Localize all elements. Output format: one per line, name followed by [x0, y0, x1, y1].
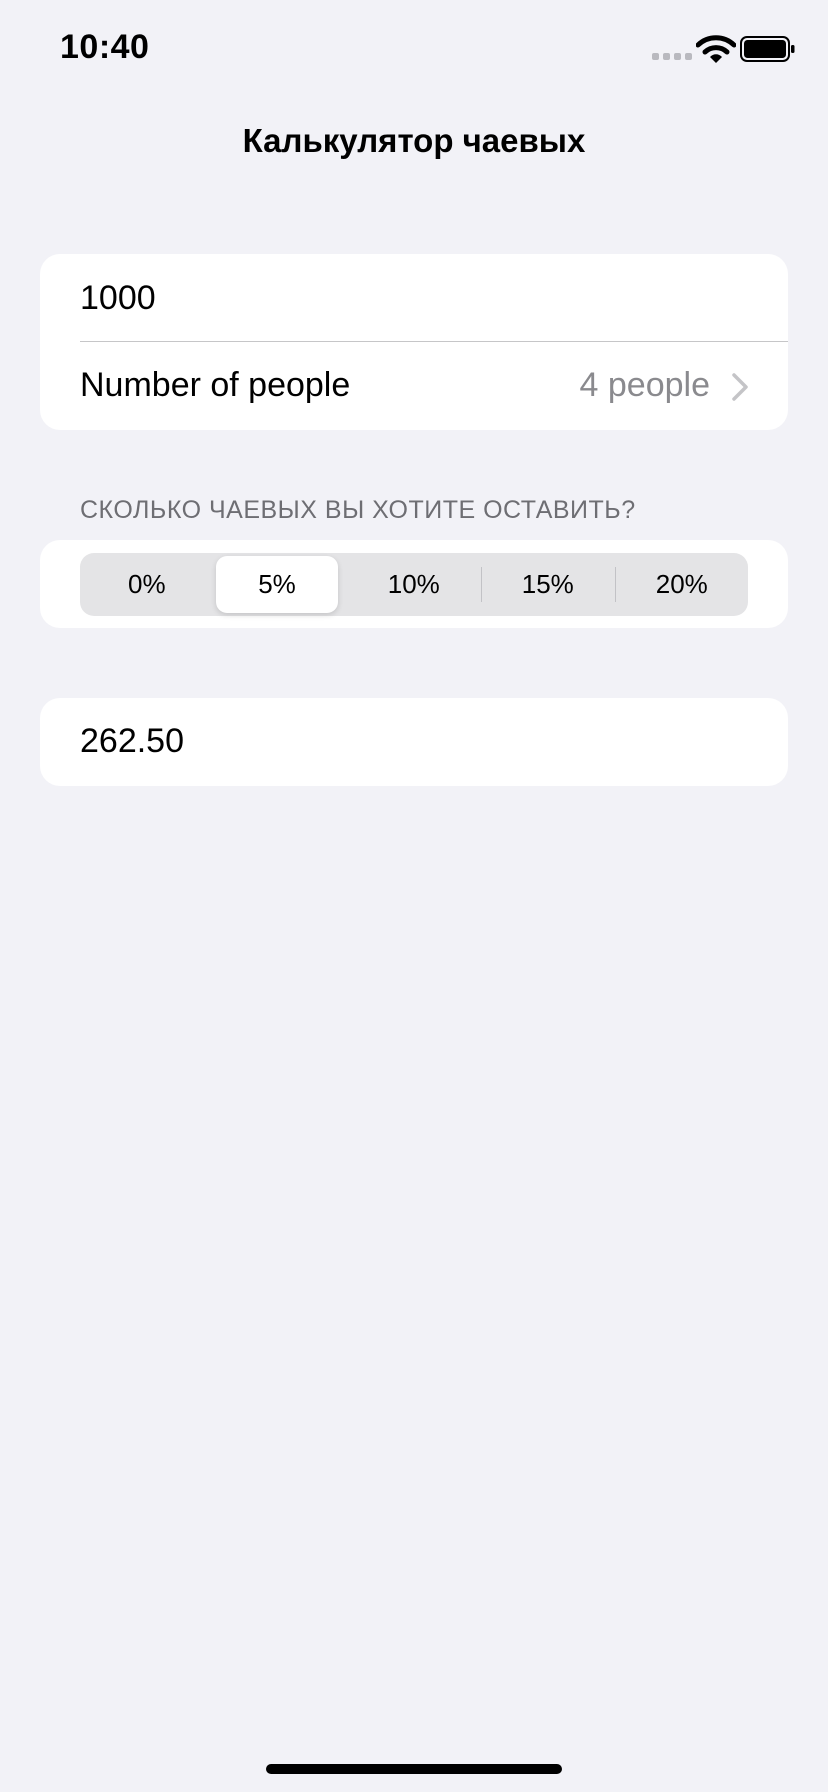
- page-title: Калькулятор чаевых: [242, 122, 586, 159]
- battery-icon: [740, 36, 795, 62]
- home-indicator[interactable]: [266, 1764, 562, 1774]
- wifi-icon: [696, 35, 736, 63]
- result-card: 262.50: [40, 698, 788, 786]
- tip-option-5-selected[interactable]: 5%: [216, 556, 338, 613]
- tip-option-15[interactable]: 15%: [481, 553, 615, 616]
- people-label: Number of people: [80, 366, 351, 404]
- tip-section-header: СКОЛЬКО ЧАЕВЫХ ВЫ ХОТИТЕ ОСТАВИТЬ?: [80, 496, 636, 524]
- people-value: 4 people: [579, 366, 710, 404]
- tip-segmented-control: 0% 5% 10% 15% 20%: [80, 553, 748, 616]
- amount-row: [80, 254, 788, 342]
- cellular-signal-icon: [652, 53, 692, 60]
- chevron-right-icon: [732, 373, 748, 401]
- input-card: Number of people 4 people: [40, 254, 788, 430]
- status-time: 10:40: [60, 28, 150, 66]
- status-bar: 10:40: [0, 0, 828, 100]
- amount-field[interactable]: [80, 254, 740, 342]
- tip-option-20[interactable]: 20%: [615, 553, 749, 616]
- tip-option-0[interactable]: 0%: [80, 553, 214, 616]
- tip-card: 0% 5% 10% 15% 20%: [40, 540, 788, 628]
- number-of-people-row[interactable]: Number of people 4 people: [40, 342, 788, 430]
- tip-option-10[interactable]: 10%: [347, 553, 481, 616]
- result-value: 262.50: [80, 722, 184, 760]
